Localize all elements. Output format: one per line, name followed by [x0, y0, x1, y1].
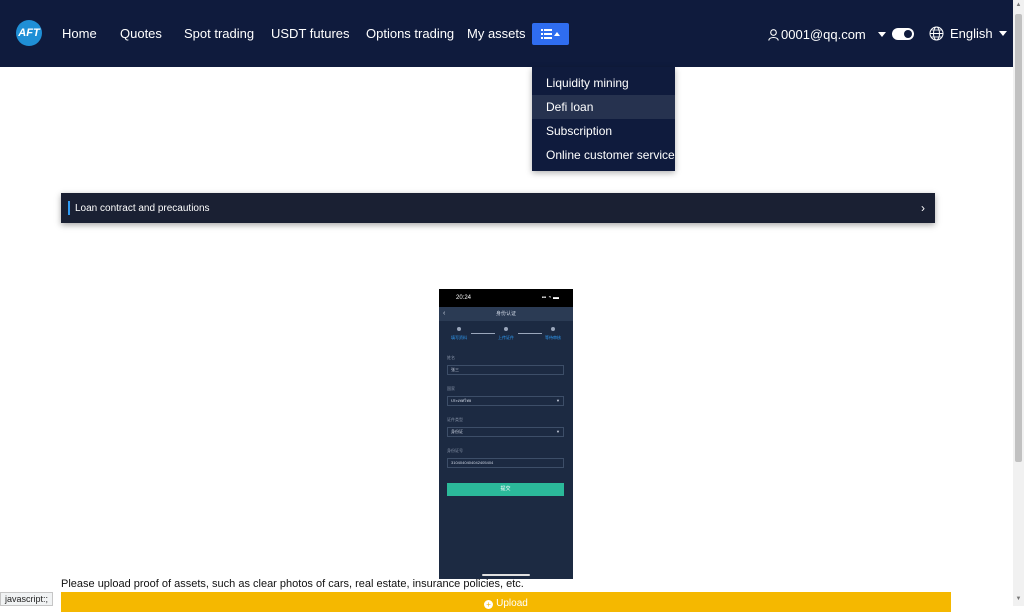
menu-item-subscription[interactable]: Subscription	[532, 119, 675, 143]
step-dot	[551, 327, 555, 331]
language-selector[interactable]: English	[929, 26, 1007, 41]
caret-down-icon	[998, 31, 1007, 36]
chevron-right-icon: ›	[921, 201, 925, 215]
scrollbar-thumb[interactable]	[1015, 14, 1022, 462]
phone-time: 20:24	[456, 295, 472, 301]
field-label: 国家	[447, 386, 455, 391]
plus-circle-icon: +	[484, 600, 494, 609]
scroll-down-arrow-icon[interactable]: ▼	[1015, 596, 1022, 602]
field-label: 证件类型	[447, 417, 463, 422]
phone-status-bar: 20:24 ▪▪ ◔ ▬	[439, 289, 573, 307]
page-scrollbar[interactable]: ▲ ▼	[1013, 0, 1024, 606]
loan-contract-label: Loan contract and precautions	[75, 202, 210, 214]
user-icon	[768, 28, 779, 41]
step-line	[518, 333, 542, 334]
user-account[interactable]: 0001@qq.com	[768, 27, 866, 42]
caret-down-icon: ▼	[556, 429, 560, 434]
upload-button[interactable]: + Upload	[61, 592, 951, 612]
globe-icon	[929, 26, 944, 41]
field-value: 张三	[451, 367, 459, 372]
nav-usdt-futures[interactable]: USDT futures	[271, 26, 350, 41]
step-dot	[504, 327, 508, 331]
step-dot	[457, 327, 461, 331]
top-header: AFT Home Quotes Spot trading USDT future…	[0, 0, 1013, 67]
phone-signal-icons: ▪▪ ◔ ▬	[541, 295, 559, 301]
phone-steps: 填写资料 上传证件 等待审核	[439, 327, 573, 345]
logo[interactable]: AFT	[16, 20, 42, 46]
theme-toggle[interactable]	[892, 28, 914, 40]
home-indicator	[482, 574, 530, 576]
upload-label: Upload	[496, 598, 528, 609]
user-email: 0001@qq.com	[781, 27, 866, 42]
field-label: 姓名	[447, 355, 455, 360]
nav-quotes[interactable]: Quotes	[120, 26, 162, 41]
nav-spot-trading[interactable]: Spot trading	[184, 26, 254, 41]
caret-down-icon	[878, 31, 886, 37]
nav-home[interactable]: Home	[62, 26, 97, 41]
field-box: 身份证 ▼	[447, 427, 564, 437]
caret-down-icon: ▼	[556, 398, 560, 403]
more-dropdown-menu: Liquidity mining Defi loan Subscription …	[532, 67, 675, 171]
theme-switch[interactable]	[878, 28, 914, 40]
accent-marker	[68, 201, 70, 215]
loan-contract-bar[interactable]: Loan contract and precautions ›	[61, 193, 935, 223]
field-value: 身份证	[451, 429, 463, 434]
step-label: 上传证件	[498, 335, 514, 340]
field-box: 3104040404042405404	[447, 458, 564, 468]
step-label: 等待审核	[545, 335, 561, 340]
field-box: ประเทศไทย ▼	[447, 396, 564, 406]
example-phone-screenshot: 20:24 ▪▪ ◔ ▬ ‹ 身份认证 填写资料 上传证件 等待审核 姓名 张三…	[439, 289, 573, 579]
field-box: 张三	[447, 365, 564, 375]
nav-my-assets[interactable]: My assets	[467, 26, 526, 41]
more-menu-button[interactable]	[532, 23, 569, 45]
upload-instructions: Please upload proof of assets, such as c…	[61, 578, 524, 590]
nav-options-trading[interactable]: Options trading	[366, 26, 454, 41]
field-value: 3104040404042405404	[451, 460, 494, 465]
field-value: ประเทศไทย	[451, 398, 472, 403]
step-line	[471, 333, 495, 334]
scroll-up-arrow-icon[interactable]: ▲	[1015, 2, 1022, 8]
list-icon	[540, 29, 560, 39]
step-label: 填写资料	[451, 335, 467, 340]
menu-item-liquidity-mining[interactable]: Liquidity mining	[532, 71, 675, 95]
back-icon: ‹	[443, 310, 446, 317]
phone-submit-button: 提交	[447, 483, 564, 496]
menu-item-online-customer-service[interactable]: Online customer service	[532, 143, 675, 167]
phone-title: 身份认证	[495, 311, 516, 317]
phone-title-bar: ‹ 身份认证	[439, 307, 573, 321]
language-label: English	[950, 26, 993, 41]
field-label: 身份证号	[447, 448, 463, 453]
browser-status-link: javascript:;	[0, 592, 54, 606]
menu-item-defi-loan[interactable]: Defi loan	[532, 95, 675, 119]
